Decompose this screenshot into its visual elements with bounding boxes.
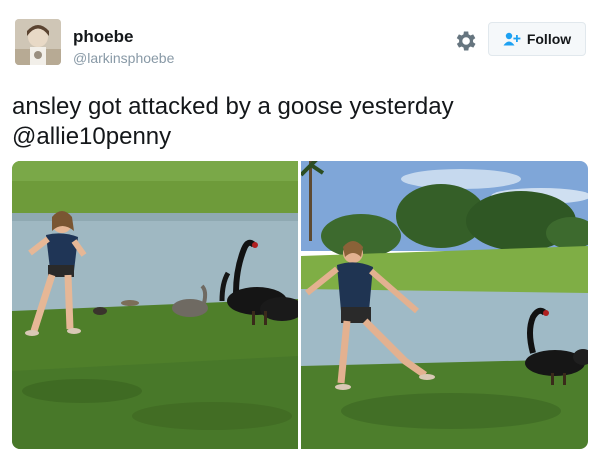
photo-left[interactable] <box>12 161 298 449</box>
tweet-text: ansley got attacked by a goose yesterday… <box>12 92 592 152</box>
photo-right-image <box>301 161 588 449</box>
gear-icon-graphic <box>456 31 476 51</box>
gear-icon[interactable] <box>452 28 478 54</box>
mention-link[interactable]: @allie10penny <box>12 122 592 152</box>
photo-left-image <box>12 161 298 449</box>
avatar[interactable] <box>15 19 61 65</box>
follow-label: Follow <box>526 31 572 47</box>
media-grid <box>12 161 588 449</box>
follow-button[interactable]: Follow <box>488 22 586 56</box>
display-name[interactable]: phoebe <box>73 27 133 47</box>
add-user-icon <box>503 32 521 46</box>
user-handle[interactable]: @larkinsphoebe <box>73 50 174 66</box>
avatar-image <box>15 19 61 65</box>
tweet-text-line: ansley got attacked by a goose yesterday <box>12 93 454 120</box>
photo-right[interactable] <box>301 161 588 449</box>
